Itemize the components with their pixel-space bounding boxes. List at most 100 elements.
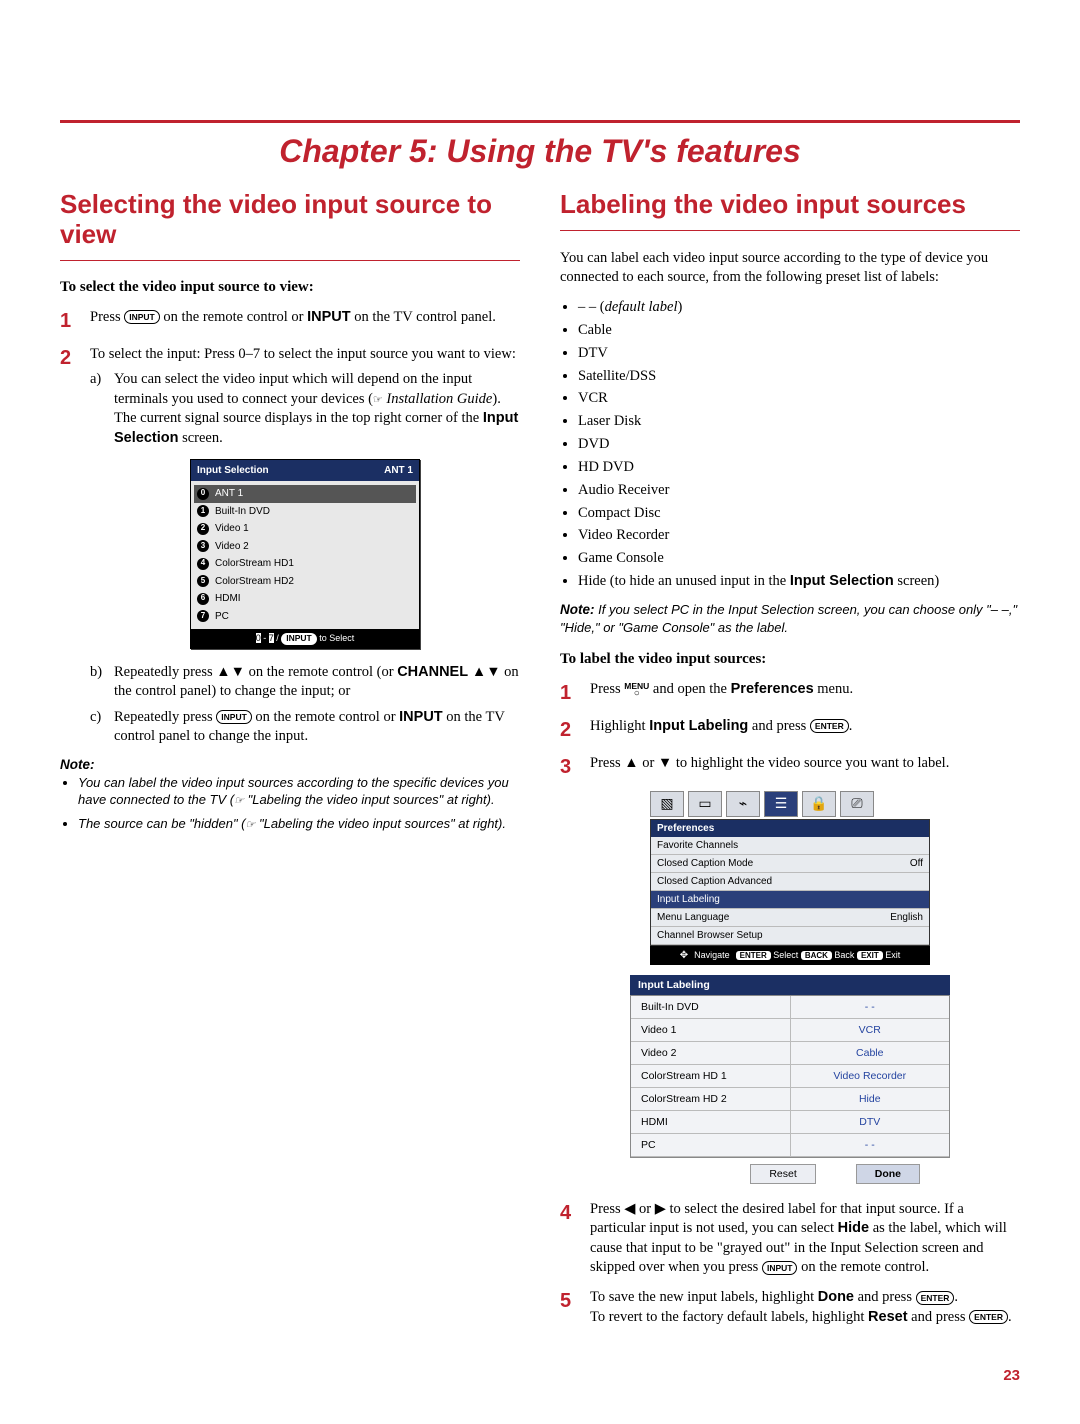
text: Press <box>590 681 624 697</box>
label-item: Video Recorder <box>578 526 1020 545</box>
done-button: Done <box>856 1164 920 1184</box>
osd-preferences: ▧ ▭ ⌁ ☰ 🔒 ⎚ Preferences Favorite Channel… <box>650 791 930 965</box>
text: and press <box>908 1309 970 1325</box>
label-item: Laser Disk <box>578 412 1020 431</box>
label-item: Cable <box>578 321 1020 340</box>
label-item: Audio Receiver <box>578 481 1020 500</box>
proc-title-left: To select the video input source to view… <box>60 279 520 296</box>
text: menu. <box>814 681 853 697</box>
digit-icon: 7 <box>197 610 209 622</box>
text: and open the <box>649 681 730 697</box>
note-item: You can label the video input sources ac… <box>78 774 520 809</box>
tab-picture-icon: ▧ <box>650 791 684 817</box>
text: on the remote control. <box>797 1259 929 1275</box>
enter-key-icon: ENTER <box>969 1310 1008 1324</box>
text: The current signal source displays in th… <box>114 410 483 426</box>
osd-item: 2Video 1 <box>197 520 413 538</box>
label-item: Satellite/DSS <box>578 367 1020 386</box>
pref-title: Preferences <box>651 820 929 837</box>
osd-item-label: Built-In DVD <box>215 505 270 519</box>
left-step-2: 2 To select the input: Press 0–7 to sele… <box>60 345 520 747</box>
text: . <box>1008 1309 1012 1325</box>
pref-row: Favorite Channels <box>651 837 929 855</box>
right-step-4: 4 Press ◀ or ▶ to select the desired lab… <box>560 1200 1020 1278</box>
hand-icon: ☞ <box>373 394 383 406</box>
input-pill: INPUT <box>281 633 317 644</box>
note-list: You can label the video input sources ac… <box>60 774 520 833</box>
label-item: Hide (to hide an unused input in the Inp… <box>578 572 1020 591</box>
letter-a: a) <box>90 370 108 448</box>
tab-lock-icon: 🔒 <box>802 791 836 817</box>
text: To save the new input labels, highlight <box>590 1289 818 1305</box>
bold-label: Preferences <box>731 681 814 697</box>
bold-label: Done <box>818 1289 854 1305</box>
label-item: DVD <box>578 435 1020 454</box>
accent-bar <box>60 120 1020 123</box>
il-row: ColorStream HD 1Video Recorder <box>631 1065 949 1088</box>
il-row: Built-In DVD- - <box>631 996 949 1019</box>
input-key-icon: INPUT <box>762 1261 798 1275</box>
enter-key-icon: ENTER <box>810 719 849 733</box>
osd-item: 3Video 2 <box>197 538 413 556</box>
tab-audio-icon: ▭ <box>688 791 722 817</box>
bold-label: Reset <box>868 1309 908 1325</box>
bold-label: Input Labeling <box>649 718 748 734</box>
digit-icon: 0 <box>197 488 209 500</box>
osd-item: 4 ColorStream HD1 <box>197 555 413 573</box>
osd-item: 5 ColorStream HD2 <box>197 573 413 591</box>
label-item: Game Console <box>578 549 1020 568</box>
il-row: PC- - <box>631 1134 949 1157</box>
note-pc: Note: If you select PC in the Input Sele… <box>560 601 1020 637</box>
osd-item-label: ANT 1 <box>215 487 243 501</box>
pref-row: Input Labeling <box>651 891 929 909</box>
page-number: 23 <box>60 1367 1020 1384</box>
text: on the remote control or <box>160 309 307 325</box>
osd-item-label: ColorStream HD2 <box>215 575 294 589</box>
right-step-3: 3 Press ▲ or ▼ to highlight the video so… <box>560 754 1020 781</box>
heading-label-sources: Labeling the video input sources <box>560 190 1020 231</box>
text: on the TV control panel. <box>351 309 496 325</box>
label-item: HD DVD <box>578 458 1020 477</box>
digit-icon: 2 <box>197 523 209 535</box>
osd-footer: 0 - 7 / INPUT to Select <box>191 629 419 647</box>
pref-footer: ✥ Navigate ENTER Select BACK Back EXIT E… <box>650 946 930 965</box>
note-heading: Note: <box>560 602 595 617</box>
il-row: Video 2Cable <box>631 1042 949 1065</box>
osd-item: 1 Built-In DVD <box>197 503 413 521</box>
reset-button: Reset <box>750 1164 815 1184</box>
digit-icon: 4 <box>197 558 209 570</box>
preset-label-list: – – (default label)CableDTVSatellite/DSS… <box>560 298 1020 591</box>
pref-row: Closed Caption ModeOff <box>651 855 929 873</box>
digit-icon: 5 <box>197 575 209 587</box>
step-number: 2 <box>560 717 580 744</box>
chapter-title: Chapter 5: Using the TV's features <box>60 133 1020 170</box>
pref-tabs: ▧ ▭ ⌁ ☰ 🔒 ⎚ <box>650 791 930 817</box>
osd-input-labeling: Input Labeling Built-In DVD- -Video 1VCR… <box>630 975 950 1188</box>
tab-preferences-icon: ☰ <box>764 791 798 817</box>
enter-key-icon: ENTER <box>916 1291 955 1305</box>
proc-title-right: To label the video input sources: <box>560 651 1020 668</box>
text: Press <box>90 309 124 325</box>
il-row: Video 1VCR <box>631 1019 949 1042</box>
column-left: Selecting the video input source to view… <box>60 190 520 1337</box>
text: ). <box>492 391 500 407</box>
osd-item-label: ColorStream HD1 <box>215 557 294 571</box>
text: . <box>954 1289 958 1305</box>
input-key-icon: INPUT <box>124 310 160 324</box>
digit-icon: 1 <box>197 505 209 517</box>
text: on the remote control or <box>252 709 399 725</box>
navigate-icon: ✥ <box>680 950 688 961</box>
pref-row: Channel Browser Setup <box>651 927 929 945</box>
note-item: The source can be "hidden" (☞ "Labeling … <box>78 815 520 833</box>
osd-item-label: PC <box>215 610 229 624</box>
osd-item: 6HDMI <box>197 590 413 608</box>
text: screen. <box>178 430 222 446</box>
step-number: 1 <box>60 308 80 335</box>
step-number: 1 <box>560 680 580 707</box>
text: Highlight <box>590 718 649 734</box>
text: and press <box>854 1289 916 1305</box>
substep-c: c) Repeatedly press INPUT on the remote … <box>90 708 520 747</box>
input-key-icon: INPUT <box>216 710 252 724</box>
bold-label: Hide <box>838 1220 869 1236</box>
step-number: 5 <box>560 1288 580 1327</box>
